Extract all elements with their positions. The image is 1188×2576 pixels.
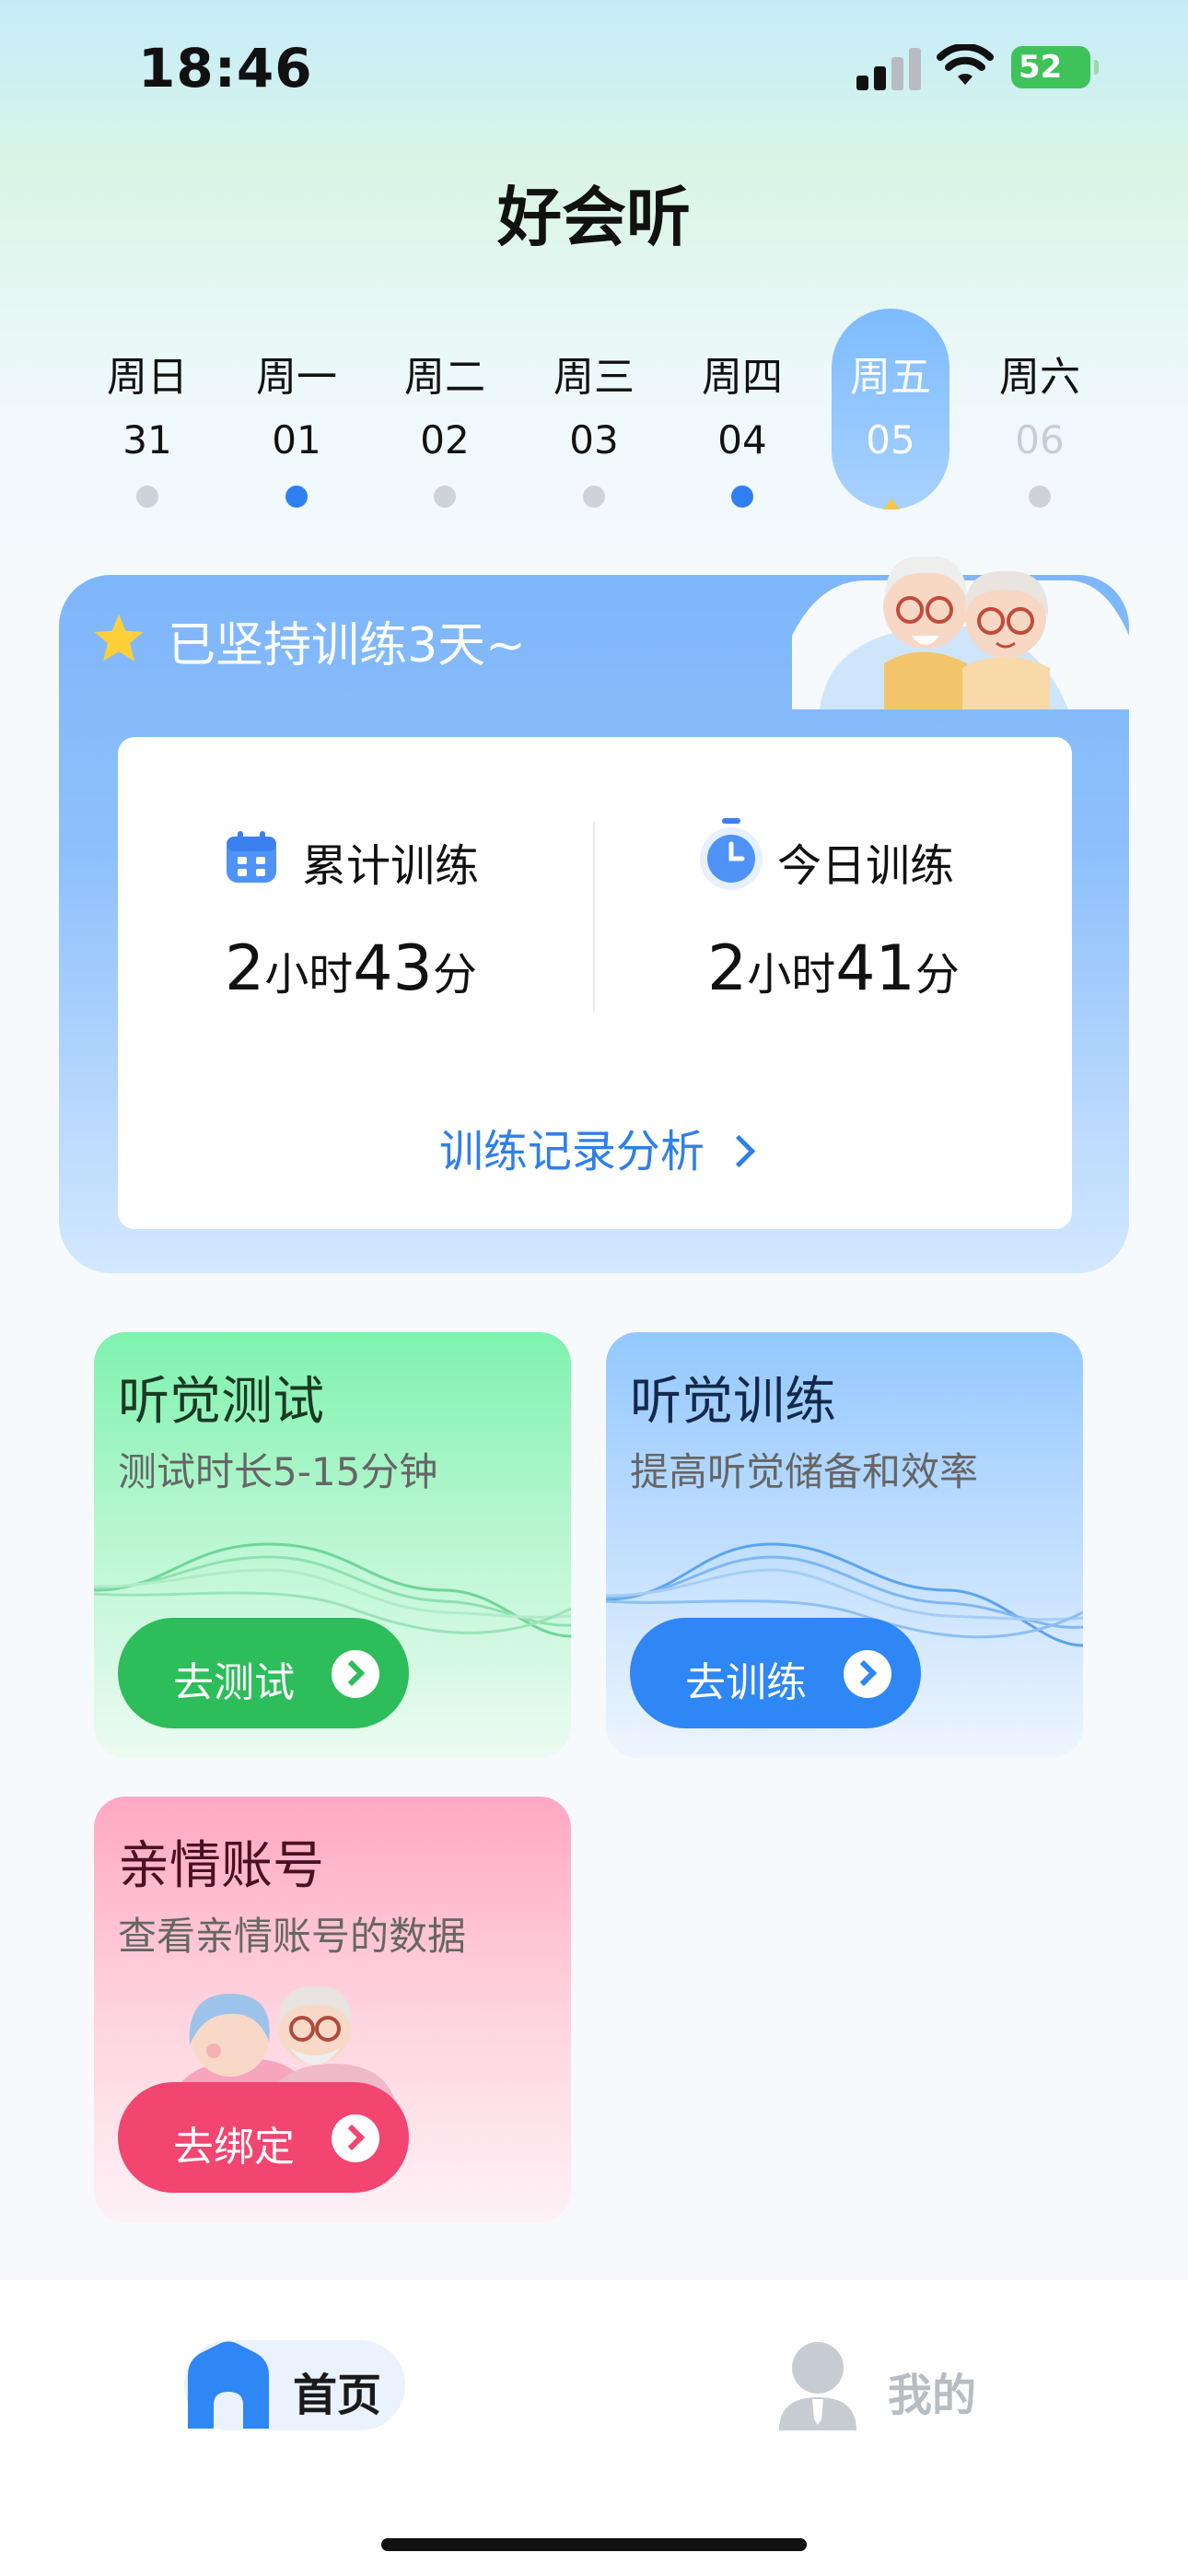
- date-label: 01: [272, 417, 321, 463]
- today-hours: 2: [707, 932, 748, 1005]
- cellular-signal-icon: [856, 46, 921, 90]
- total-training-value: 2小时43分: [225, 932, 477, 1005]
- total-minutes: 43: [353, 932, 433, 1005]
- family-account-card[interactable]: 亲情账号 查看亲情账号的数据 去绑定: [94, 1797, 571, 2222]
- hearing-test-subtitle: 测试时长5-15分钟: [118, 1449, 438, 1494]
- day-saturday[interactable]: 周六 06: [984, 309, 1095, 508]
- family-account-subtitle: 查看亲情账号的数据: [118, 1914, 467, 1959]
- total-training-label: 累计训练: [302, 840, 480, 892]
- today-training-value: 2小时41分: [707, 932, 960, 1005]
- wifi-icon: [937, 44, 994, 85]
- date-label: 03: [569, 417, 619, 463]
- record-dot: [136, 486, 158, 508]
- date-label: 04: [717, 417, 767, 463]
- battery-level: 52: [1019, 49, 1063, 86]
- record-dot: [434, 486, 456, 508]
- selected-day-highlight: [832, 309, 949, 509]
- calendar-icon: [227, 831, 276, 883]
- home-indicator: [381, 2538, 807, 2551]
- battery-icon: 52: [1011, 46, 1099, 88]
- tab-bar: [0, 2280, 1188, 2576]
- go-bind-label: 去绑定: [173, 2124, 295, 2171]
- date-label: 02: [420, 417, 470, 463]
- weekday-label: 周五: [850, 354, 931, 401]
- go-test-button[interactable]: 去测试: [118, 1618, 409, 1728]
- weekday-label: 周一: [256, 354, 337, 401]
- minutes-unit: 分: [432, 949, 477, 1001]
- user-icon: [779, 2342, 856, 2430]
- go-bind-button[interactable]: 去绑定: [118, 2082, 409, 2193]
- minutes-unit: 分: [914, 949, 960, 1001]
- weekday-label: 周二: [404, 354, 485, 401]
- go-test-label: 去测试: [173, 1659, 295, 1706]
- grandparents-illustration: [792, 556, 1129, 709]
- streak-text: 已坚持训练3天~: [168, 618, 526, 673]
- arrow-right-circle-icon: [332, 2114, 379, 2162]
- weekday-label: 周六: [999, 354, 1080, 401]
- arrow-right-circle-icon: [332, 1650, 379, 1698]
- today-training-label: 今日训练: [777, 840, 955, 892]
- star-icon: [94, 614, 144, 662]
- home-icon: [188, 2341, 269, 2429]
- day-sunday[interactable]: 周日 31: [92, 309, 203, 508]
- page-title: 好会听: [497, 180, 691, 255]
- hours-unit: 小时: [747, 949, 836, 1001]
- stats-divider: [593, 822, 595, 1012]
- hearing-training-title: 听觉训练: [630, 1372, 836, 1432]
- date-label: 31: [122, 417, 172, 463]
- today-marker-icon: [883, 498, 900, 509]
- weekday-label: 周三: [553, 354, 635, 401]
- analysis-link-label: 训练记录分析: [438, 1126, 705, 1177]
- day-friday-selected[interactable]: 周五 05: [832, 309, 949, 509]
- family-account-title: 亲情账号: [118, 1836, 324, 1896]
- arrow-right-circle-icon: [844, 1650, 891, 1698]
- total-hours: 2: [225, 932, 265, 1005]
- record-dot: [285, 486, 308, 508]
- hearing-test-card[interactable]: 听觉测试 测试时长5-15分钟 去测试: [94, 1332, 571, 1758]
- record-dot: [583, 486, 605, 508]
- day-monday[interactable]: 周一 01: [241, 309, 352, 508]
- tab-home-label: 首页: [293, 2370, 382, 2421]
- training-analysis-link[interactable]: 训练记录分析: [118, 1115, 1072, 1179]
- weekday-label: 周四: [702, 354, 783, 401]
- day-tuesday[interactable]: 周二 02: [390, 309, 500, 508]
- date-label: 05: [866, 417, 915, 463]
- go-training-label: 去训练: [685, 1659, 807, 1706]
- go-training-button[interactable]: 去训练: [630, 1618, 921, 1728]
- record-dot: [731, 486, 753, 508]
- weekday-label: 周日: [107, 354, 188, 401]
- tab-mine-label: 我的: [888, 2370, 977, 2421]
- day-wednesday[interactable]: 周三 03: [539, 309, 649, 508]
- day-thursday[interactable]: 周四 04: [687, 309, 798, 508]
- hours-unit: 小时: [264, 949, 354, 1001]
- chevron-right-icon: [722, 1134, 756, 1168]
- hearing-test-title: 听觉测试: [118, 1372, 324, 1432]
- today-minutes: 41: [835, 932, 915, 1005]
- stopwatch-icon: [700, 818, 763, 890]
- hearing-training-card[interactable]: 听觉训练 提高听觉储备和效率 去训练: [606, 1332, 1083, 1758]
- hearing-training-subtitle: 提高听觉储备和效率: [630, 1449, 979, 1494]
- record-dot: [1029, 486, 1051, 508]
- status-time: 18:46: [138, 37, 313, 100]
- date-label: 06: [1015, 417, 1065, 463]
